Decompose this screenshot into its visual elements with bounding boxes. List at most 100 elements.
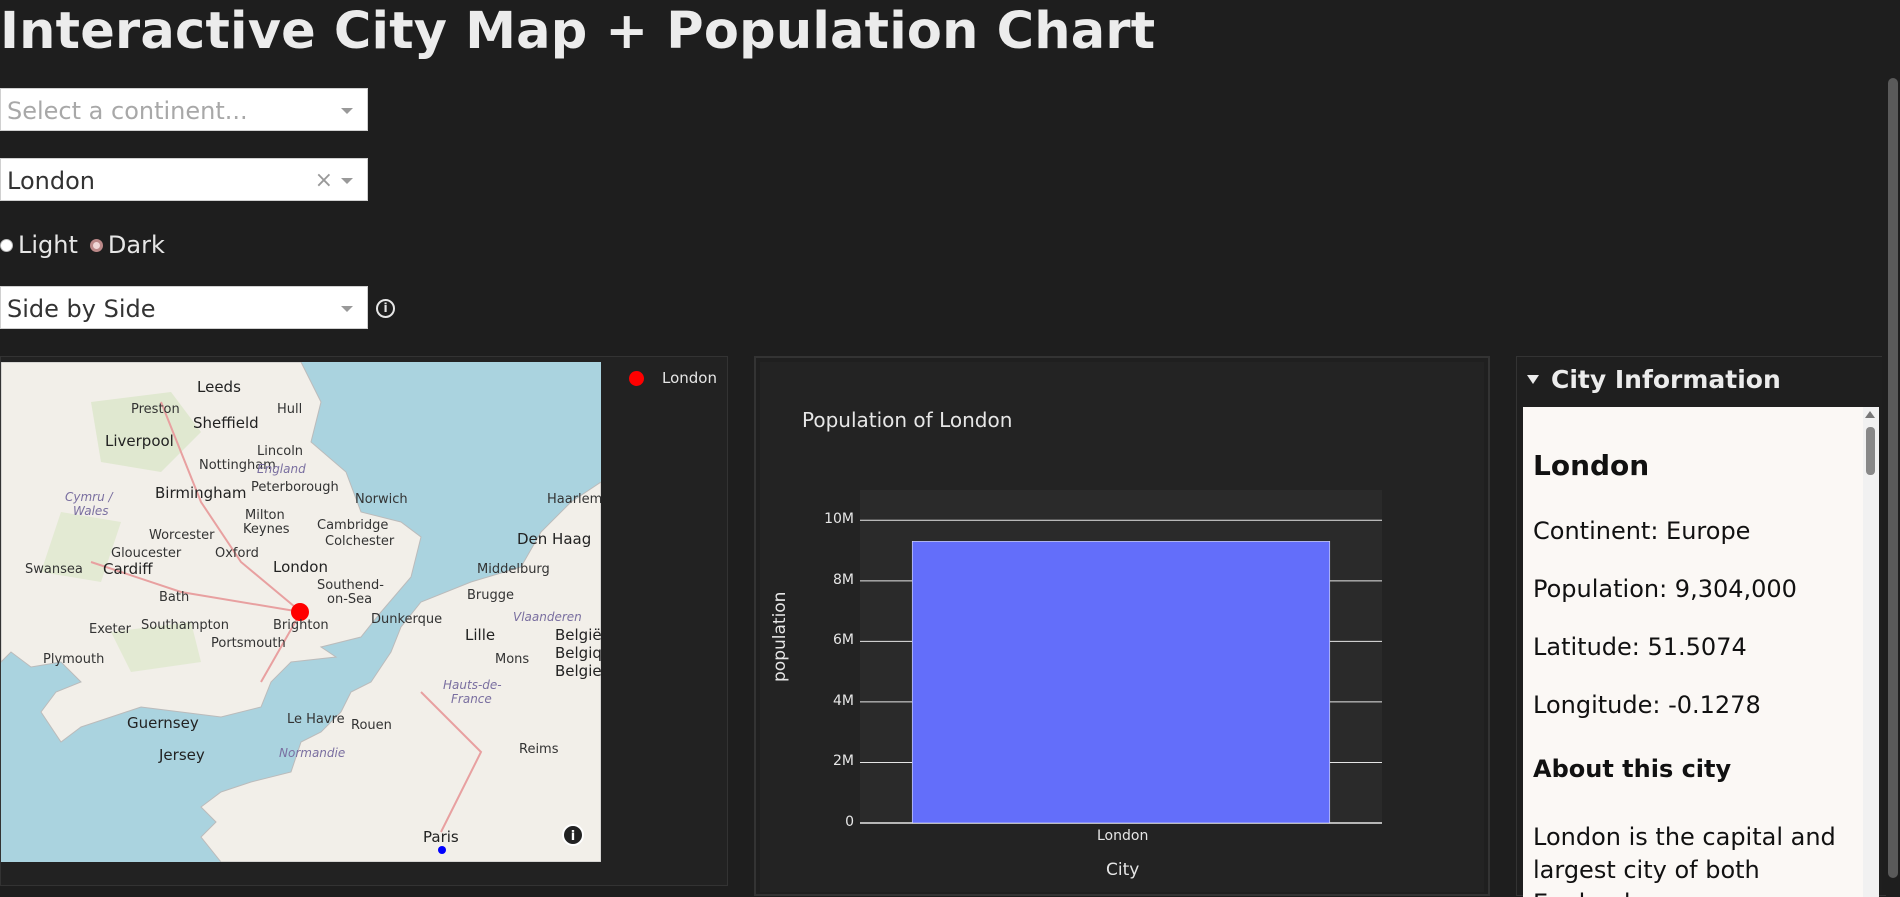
legend-dot-icon [629, 370, 644, 386]
map-label-keynes: Keynes [243, 522, 290, 537]
map-legend-label: London [662, 369, 717, 387]
city-name: London [1533, 449, 1650, 482]
map-label-le-havre: Le Havre [287, 712, 345, 727]
map-label-peterborough: Peterborough [251, 480, 339, 495]
map-panel: Leeds Preston Hull Sheffield Liverpool L… [0, 356, 728, 886]
city-description: London is the capital and largest city o… [1533, 823, 1836, 897]
layout-select-value: Side by Side [7, 295, 156, 323]
map-label-gloucester: Gloucester [111, 546, 182, 561]
city-population: Population: 9,304,000 [1533, 575, 1797, 603]
map-label-haarlem: Haarlem [547, 492, 601, 507]
map-label-southend: Southend- [317, 578, 384, 593]
bar-london[interactable] [911, 541, 1331, 824]
map-label-rouen: Rouen [351, 718, 392, 733]
map-label-middelburg: Middelburg [477, 562, 550, 577]
map-label-lincoln: Lincoln [257, 444, 304, 459]
chevron-down-icon[interactable] [341, 108, 353, 114]
map-label-oxford: Oxford [215, 546, 259, 561]
map-label-worcester: Worcester [149, 528, 215, 543]
map-label-exeter: Exeter [89, 622, 131, 637]
map-label-paris: Paris [423, 828, 459, 846]
theme-radio-group: Light Dark [0, 231, 165, 259]
map-label-preston: Preston [131, 402, 180, 417]
map-label-liverpool: Liverpool [105, 432, 174, 450]
map-label-cardiff: Cardiff [103, 560, 153, 578]
city-latitude: Latitude: 51.5074 [1533, 633, 1747, 661]
clear-icon[interactable]: × [315, 168, 333, 193]
map-label-belgie-2: Belgie [555, 662, 601, 680]
x-tick-london: London [1097, 828, 1149, 844]
map-label-colchester: Colchester [325, 534, 395, 549]
map-label-cambridge: Cambridge [317, 518, 389, 533]
y-tick-label: 0 [845, 814, 854, 830]
map-label-normandie: Normandie [279, 746, 346, 760]
map-land [1, 362, 601, 862]
map-label-brighton: Brighton [273, 618, 329, 633]
map-label-wales: Wales [73, 504, 109, 518]
paris-marker [438, 846, 446, 854]
y-tick-label: 8M [833, 571, 854, 588]
city-info-toggle[interactable]: City Information [1527, 365, 1781, 394]
map-label-cymru: Cymru / [65, 490, 113, 504]
radio-dark-label[interactable]: Dark [108, 231, 165, 259]
city-info-header: City Information [1551, 365, 1781, 394]
map-canvas[interactable]: Leeds Preston Hull Sheffield Liverpool L… [1, 362, 601, 862]
radio-light[interactable] [0, 238, 13, 252]
map-label-vlaanderen: Vlaanderen [513, 610, 582, 624]
map-label-belgie: België [555, 626, 601, 644]
map-legend[interactable]: London [629, 369, 717, 387]
map-label-france: France [451, 692, 492, 706]
map-label-leeds: Leeds [197, 378, 241, 396]
y-axis-title: population [770, 591, 790, 682]
page-scrollbar[interactable] [1882, 0, 1900, 895]
map-label-hull: Hull [277, 402, 303, 417]
chevron-down-icon[interactable] [341, 178, 353, 184]
map-label-guernsey: Guernsey [127, 714, 199, 732]
map-label-portsmouth: Portsmouth [211, 636, 286, 651]
map-label-southampton: Southampton [141, 618, 229, 633]
city-longitude: Longitude: -0.1278 [1533, 691, 1761, 719]
map-label-bath: Bath [159, 590, 190, 605]
radio-light-label[interactable]: Light [18, 231, 78, 259]
city-continent: Continent: Europe [1533, 517, 1751, 545]
chevron-down-icon[interactable] [341, 306, 353, 312]
map-label-hauts-de: Hauts-de- [443, 678, 502, 692]
map-label-england: England [257, 462, 306, 476]
continent-select[interactable]: Select a continent... [0, 88, 368, 131]
population-chart[interactable] [760, 362, 1484, 892]
map-label-plymouth: Plymouth [43, 652, 105, 667]
map-label-on-sea: on-Sea [327, 592, 373, 607]
layout-select[interactable]: Side by Side [0, 286, 368, 329]
map-label-reims: Reims [519, 742, 559, 757]
about-heading: About this city [1533, 755, 1732, 783]
map-label-milton: Milton [245, 508, 285, 523]
x-axis-title: City [1106, 860, 1140, 880]
map-label-dunkerque: Dunkerque [371, 612, 443, 627]
map-label-den-haag: Den Haag [517, 530, 592, 548]
scroll-thumb[interactable] [1866, 427, 1875, 475]
y-tick-label: 2M [833, 753, 854, 770]
map-label-london: London [273, 558, 328, 576]
city-select[interactable]: London × [0, 158, 368, 201]
caret-down-icon[interactable] [1527, 375, 1539, 384]
continent-select-placeholder: Select a continent... [7, 97, 248, 125]
map-label-norwich: Norwich [355, 492, 408, 507]
map-label-jersey: Jersey [159, 746, 205, 764]
chart-container: Population of London 0 2M 4M 6M 8M 10M London… [760, 362, 1484, 892]
city-info-panel: City Information London Continent: Europ… [1516, 356, 1886, 897]
page-scroll-thumb[interactable] [1888, 78, 1898, 878]
info-scrollbar[interactable] [1863, 407, 1879, 897]
y-tick-label: 6M [833, 632, 854, 649]
y-tick-label: 4M [833, 692, 854, 709]
map-label-belgique: Belgiq [555, 644, 601, 662]
page-title: Interactive City Map + Population Chart [0, 2, 1156, 61]
map-label-lille: Lille [465, 626, 496, 644]
map-attribution-info-icon[interactable]: i [562, 824, 584, 846]
map-label-brugge: Brugge [467, 588, 515, 603]
info-icon[interactable]: i [376, 299, 395, 318]
chart-panel: Population of London 0 2M 4M 6M 8M 10M London… [754, 356, 1490, 896]
scroll-up-icon[interactable] [1865, 411, 1875, 418]
city-info-body: London Continent: Europe Population: 9,3… [1523, 407, 1879, 897]
radio-dark[interactable] [89, 238, 103, 252]
map-label-swansea: Swansea [25, 562, 83, 577]
